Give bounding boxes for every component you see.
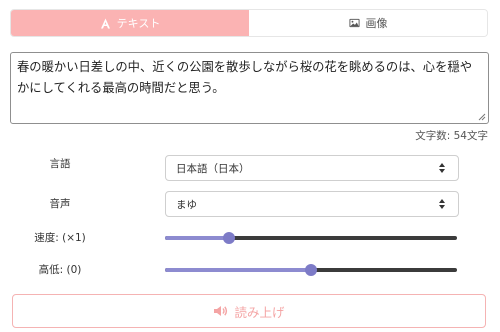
pitch-label: 高低: (0)	[38, 264, 82, 276]
language-label: 言語	[49, 158, 71, 170]
char-count: 文字数: 54文字	[415, 130, 488, 142]
resize-handle-icon[interactable]	[478, 113, 486, 121]
read-aloud-label: 読み上げ	[234, 304, 285, 320]
voice-label: 音声	[49, 198, 71, 210]
language-select[interactable]: 日本語（日本）	[165, 155, 459, 181]
mode-tabs: テキスト 画像	[10, 9, 488, 37]
slider-fill	[165, 268, 311, 272]
tab-image[interactable]: 画像	[249, 10, 487, 36]
image-icon	[348, 18, 360, 29]
tab-text-label: テキスト	[116, 17, 161, 30]
voice-select[interactable]: まゆ	[165, 191, 459, 217]
pitch-slider[interactable]	[165, 263, 457, 277]
slider-thumb[interactable]	[223, 232, 236, 244]
font-icon	[100, 18, 111, 29]
speed-slider[interactable]	[165, 231, 457, 245]
language-select-value: 日本語（日本）	[176, 162, 250, 175]
speed-label: 速度: (×1)	[34, 232, 86, 244]
read-aloud-button[interactable]: 読み上げ	[12, 294, 486, 328]
tab-text[interactable]: テキスト	[11, 10, 249, 36]
text-input[interactable]: 春の暖かい日差しの中、近くの公園を散歩しながら桜の花を眺めるのは、心を穏やかにし…	[10, 52, 489, 124]
tab-image-label: 画像	[365, 17, 388, 30]
slider-fill	[165, 236, 230, 240]
select-caret-icon	[439, 163, 445, 173]
select-caret-icon	[439, 199, 445, 209]
speaker-icon	[214, 306, 228, 316]
voice-select-value: まゆ	[176, 198, 197, 211]
slider-thumb[interactable]	[305, 264, 317, 276]
